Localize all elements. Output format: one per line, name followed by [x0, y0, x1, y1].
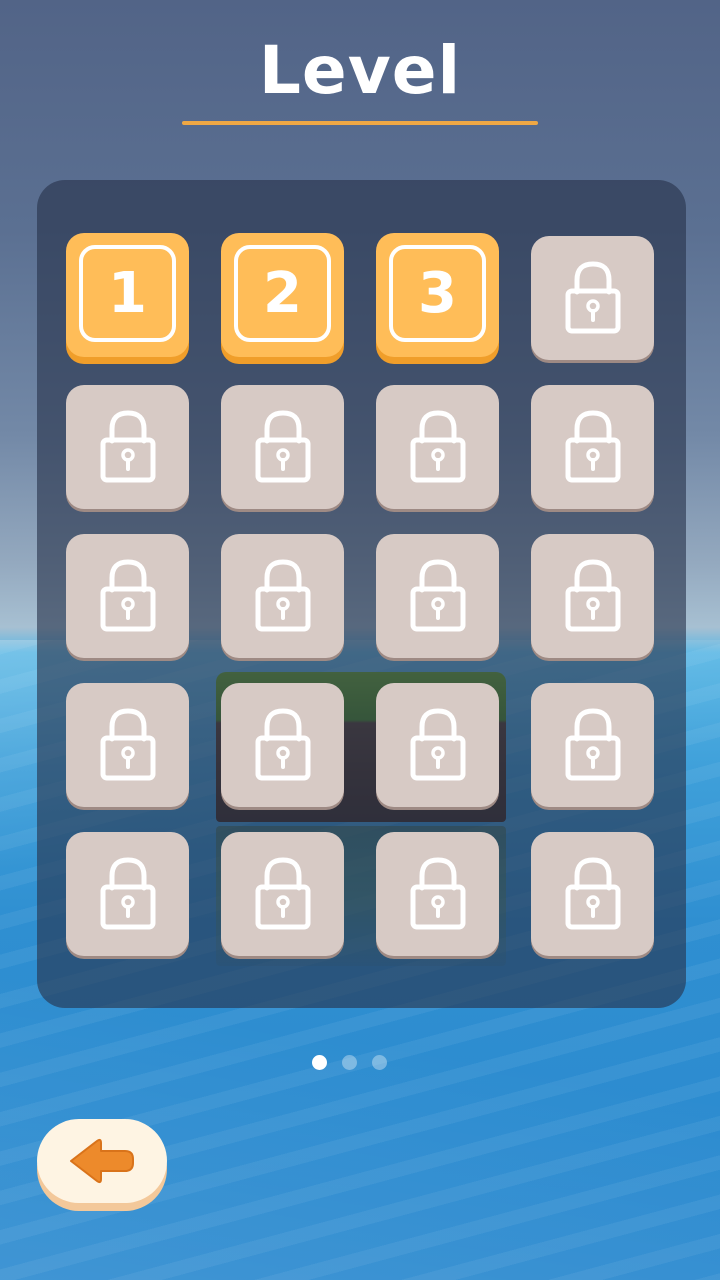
level-button-1[interactable]: 1 [66, 233, 189, 357]
arrow-left-icon [70, 1138, 134, 1184]
page-title: Level [258, 32, 462, 109]
locked-level-button [376, 683, 499, 807]
lock-icon [565, 261, 621, 334]
title-underline [182, 121, 538, 125]
level-button-3[interactable]: 3 [376, 233, 499, 357]
level-button-frame: 1 [79, 245, 176, 342]
lock-icon [410, 857, 466, 930]
lock-icon [100, 410, 156, 483]
lock-icon [410, 708, 466, 781]
locked-level-button [221, 534, 344, 658]
locked-level-button [531, 534, 654, 658]
page-dot-2[interactable] [342, 1055, 357, 1070]
locked-level-button [376, 385, 499, 509]
lock-icon [100, 857, 156, 930]
locked-level-button [376, 832, 499, 956]
level-button-frame: 2 [234, 245, 331, 342]
locked-level-button [531, 385, 654, 509]
level-number: 3 [418, 260, 457, 326]
lock-icon [410, 410, 466, 483]
page-dot-1[interactable] [312, 1055, 327, 1070]
lock-icon [100, 708, 156, 781]
lock-icon [410, 559, 466, 632]
level-number: 1 [108, 260, 147, 326]
locked-level-button [66, 683, 189, 807]
lock-icon [565, 559, 621, 632]
back-button[interactable] [37, 1119, 167, 1203]
locked-level-button [221, 385, 344, 509]
lock-icon [100, 559, 156, 632]
lock-icon [255, 708, 311, 781]
lock-icon [565, 410, 621, 483]
locked-level-button [376, 534, 499, 658]
lock-icon [255, 559, 311, 632]
locked-level-button [66, 832, 189, 956]
locked-level-button [66, 385, 189, 509]
lock-icon [565, 857, 621, 930]
lock-icon [565, 708, 621, 781]
locked-level-button [531, 683, 654, 807]
locked-level-button [66, 534, 189, 658]
level-button-frame: 3 [389, 245, 486, 342]
level-number: 2 [263, 260, 302, 326]
locked-level-button [531, 236, 654, 360]
page-dot-3[interactable] [372, 1055, 387, 1070]
page-indicator [312, 1055, 392, 1071]
locked-level-button [221, 683, 344, 807]
lock-icon [255, 410, 311, 483]
locked-level-button [531, 832, 654, 956]
level-button-2[interactable]: 2 [221, 233, 344, 357]
locked-level-button [221, 832, 344, 956]
lock-icon [255, 857, 311, 930]
